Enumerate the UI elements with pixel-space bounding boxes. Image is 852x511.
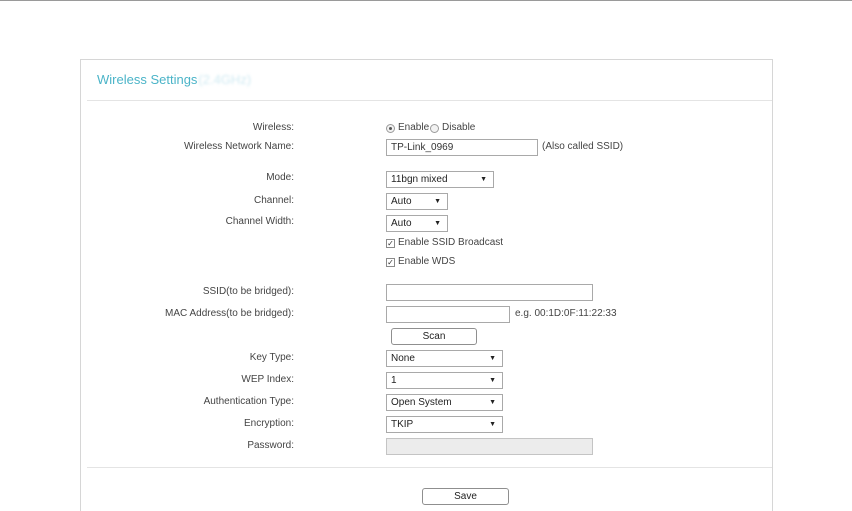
encryption-value: TKIP <box>391 419 414 430</box>
wep-index-select[interactable]: 1 ▼ <box>386 372 503 389</box>
triangle-down-icon: ▼ <box>489 355 496 362</box>
channel-select[interactable]: Auto ▼ <box>386 193 448 210</box>
encryption-label: Encryption: <box>243 418 294 429</box>
key-type-value: None <box>391 353 415 364</box>
ssid-broadcast-checkbox[interactable]: ✓ <box>386 239 395 248</box>
wep-index-label: WEP Index: <box>241 374 294 385</box>
wds-label[interactable]: Enable WDS <box>398 256 455 268</box>
network-name-label: Wireless Network Name: <box>183 141 294 152</box>
mac-example-hint: e.g. 00:1D:0F:11:22:33 <box>515 308 617 319</box>
network-name-input[interactable]: TP-Link_0969 <box>386 139 538 156</box>
wireless-enable-radio[interactable] <box>386 124 395 133</box>
top-divider <box>0 0 852 1</box>
triangle-down-icon: ▼ <box>489 399 496 406</box>
ssid-hint: (Also called SSID) <box>542 141 624 152</box>
wds-checkbox[interactable]: ✓ <box>386 258 395 267</box>
channel-label: Channel: <box>253 195 294 206</box>
channel-width-select[interactable]: Auto ▼ <box>386 215 448 232</box>
channel-width-label: Channel Width: <box>225 216 294 227</box>
channel-width-value: Auto <box>391 218 412 229</box>
checkmark-icon: ✓ <box>387 258 394 267</box>
save-button[interactable]: Save <box>422 488 509 505</box>
triangle-down-icon: ▼ <box>434 198 441 205</box>
channel-value: Auto <box>391 196 412 207</box>
encryption-select[interactable]: TKIP ▼ <box>386 416 503 433</box>
auth-type-value: Open System <box>391 397 452 408</box>
ssid-broadcast-label[interactable]: Enable SSID Broadcast <box>398 237 503 249</box>
triangle-down-icon: ▼ <box>480 176 487 183</box>
key-type-select[interactable]: None ▼ <box>386 350 503 367</box>
checkmark-icon: ✓ <box>387 239 394 248</box>
ssid-bridged-label: SSID(to be bridged): <box>202 286 294 297</box>
wireless-disable-radio[interactable] <box>430 124 439 133</box>
key-type-label: Key Type: <box>249 352 294 363</box>
mode-label: Mode: <box>266 172 294 183</box>
wireless-disable-label[interactable]: Disable <box>442 122 475 134</box>
title-divider <box>87 100 772 101</box>
mac-bridged-input[interactable] <box>386 306 510 323</box>
footer-divider <box>87 467 772 468</box>
wireless-enable-label[interactable]: Enable <box>398 122 429 134</box>
password-label: Password: <box>247 440 294 451</box>
wireless-settings-panel: Wireless Settings(2.4GHz) Wireless: Enab… <box>80 59 773 511</box>
auth-type-label: Authentication Type: <box>203 396 294 407</box>
wep-index-value: 1 <box>391 375 397 386</box>
auth-type-select[interactable]: Open System ▼ <box>386 394 503 411</box>
password-input[interactable] <box>386 438 593 455</box>
panel-title-text: Wireless Settings <box>97 72 198 87</box>
triangle-down-icon: ▼ <box>489 377 496 384</box>
mode-select[interactable]: 11bgn mixed ▼ <box>386 171 494 188</box>
mode-value: 11bgn mixed <box>391 174 448 185</box>
scan-button[interactable]: Scan <box>391 328 477 345</box>
wireless-label: Wireless: <box>252 122 294 133</box>
triangle-down-icon: ▼ <box>434 220 441 227</box>
triangle-down-icon: ▼ <box>489 421 496 428</box>
panel-title-band: (2.4GHz) <box>198 72 252 87</box>
panel-title: Wireless Settings(2.4GHz) <box>97 72 251 87</box>
ssid-bridged-input[interactable] <box>386 284 593 301</box>
mac-bridged-label: MAC Address(to be bridged): <box>165 308 294 319</box>
